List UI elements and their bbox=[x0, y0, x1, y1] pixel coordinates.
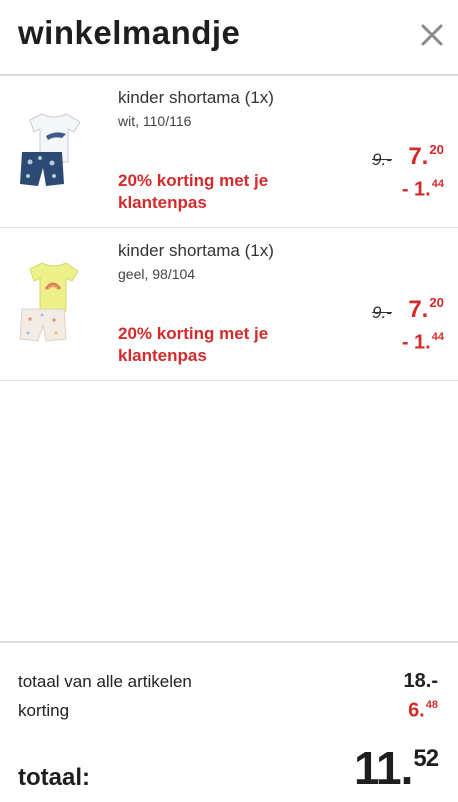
old-price: 9.- bbox=[372, 303, 392, 322]
discount-label: korting bbox=[18, 701, 70, 720]
promo-text: 20% korting met je klantenpas bbox=[118, 171, 269, 212]
grand-total-label: totaal: bbox=[18, 764, 90, 791]
item-name: kinder shortama (1x) bbox=[118, 88, 274, 107]
item-variant: geel, 98/104 bbox=[118, 266, 196, 282]
promo-text: 20% korting met je klantenpas bbox=[118, 324, 269, 365]
new-price: 7.20 bbox=[408, 142, 444, 170]
grand-total-value: 11.52 bbox=[353, 742, 439, 794]
item-discount: - 1.44 bbox=[401, 178, 444, 201]
close-icon[interactable] bbox=[418, 20, 446, 50]
page-title: winkelmandje bbox=[18, 14, 241, 51]
cart-header: winkelmandje bbox=[0, 0, 458, 76]
new-price: 7.20 bbox=[408, 295, 444, 323]
pajama-yellow-rainbow-icon[interactable] bbox=[16, 253, 88, 353]
cart-item[interactable]: kinder shortama (1x) wit, 110/116 20% ko… bbox=[0, 76, 458, 228]
item-name: kinder shortama (1x) bbox=[118, 241, 274, 260]
total-items-value: 18.- bbox=[403, 670, 438, 692]
cart-summary: totaal van alle artikelen 18.- korting 6… bbox=[0, 641, 458, 802]
item-discount: - 1.44 bbox=[401, 331, 444, 354]
total-items-label: totaal van alle artikelen bbox=[18, 672, 192, 691]
pajama-white-navy-icon[interactable] bbox=[16, 100, 88, 200]
discount-total: 6.48 bbox=[408, 699, 438, 722]
item-variant: wit, 110/116 bbox=[118, 113, 192, 129]
old-price: 9.- bbox=[372, 150, 392, 169]
cart-item[interactable]: kinder shortama (1x) geel, 98/104 20% ko… bbox=[0, 229, 458, 381]
